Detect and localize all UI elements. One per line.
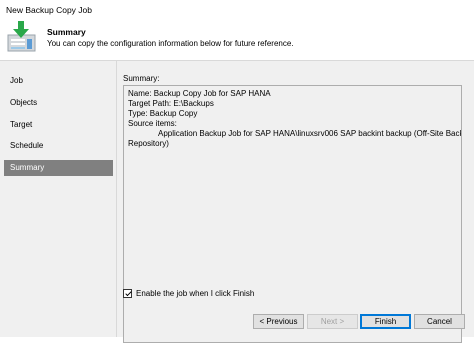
enable-job-label: Enable the job when I click Finish <box>136 288 255 298</box>
step-subtitle: You can copy the configuration informati… <box>47 39 294 48</box>
summary-line: Target Path: E:\Backups <box>128 99 214 108</box>
sidebar-item-summary[interactable]: Summary <box>4 160 113 176</box>
enable-job-checkbox[interactable] <box>123 288 132 298</box>
wizard-steps-sidebar: Job Objects Target Schedule Summary <box>0 61 117 337</box>
sidebar-item-schedule[interactable]: Schedule <box>4 138 113 154</box>
summary-line: Application Backup Job for SAP HANA\linu… <box>158 129 462 138</box>
summary-line: Type: Backup Copy <box>128 109 198 118</box>
summary-line: Name: Backup Copy Job for SAP HANA <box>128 89 271 98</box>
sidebar-item-label: Job <box>10 76 23 85</box>
sidebar-item-label: Target <box>10 120 33 129</box>
sidebar-item-objects[interactable]: Objects <box>4 95 113 111</box>
enable-job-option[interactable]: Enable the job when I click Finish <box>123 287 254 299</box>
summary-line: Source items: <box>128 119 177 128</box>
sidebar-item-label: Objects <box>10 98 38 107</box>
title-bar: New Backup Copy Job <box>0 0 474 20</box>
sidebar-item-label: Schedule <box>10 141 44 150</box>
window-title: New Backup Copy Job <box>6 5 92 15</box>
summary-label: Summary: <box>123 74 160 83</box>
sidebar-item-job[interactable]: Job <box>4 73 113 89</box>
wizard-header: Summary You can copy the configuration i… <box>0 20 474 61</box>
next-button[interactable]: Next > <box>307 314 358 329</box>
summary-textbox[interactable]: Name: Backup Copy Job for SAP HANA Targe… <box>123 85 462 343</box>
previous-button[interactable]: < Previous <box>253 314 304 329</box>
sidebar-item-label: Summary <box>10 163 45 172</box>
sidebar-item-target[interactable]: Target <box>4 117 113 133</box>
summary-download-icon <box>6 21 38 57</box>
finish-button[interactable]: Finish <box>360 314 411 329</box>
cancel-button[interactable]: Cancel <box>414 314 465 329</box>
summary-line: Repository) <box>128 139 169 148</box>
step-title: Summary <box>47 27 86 37</box>
